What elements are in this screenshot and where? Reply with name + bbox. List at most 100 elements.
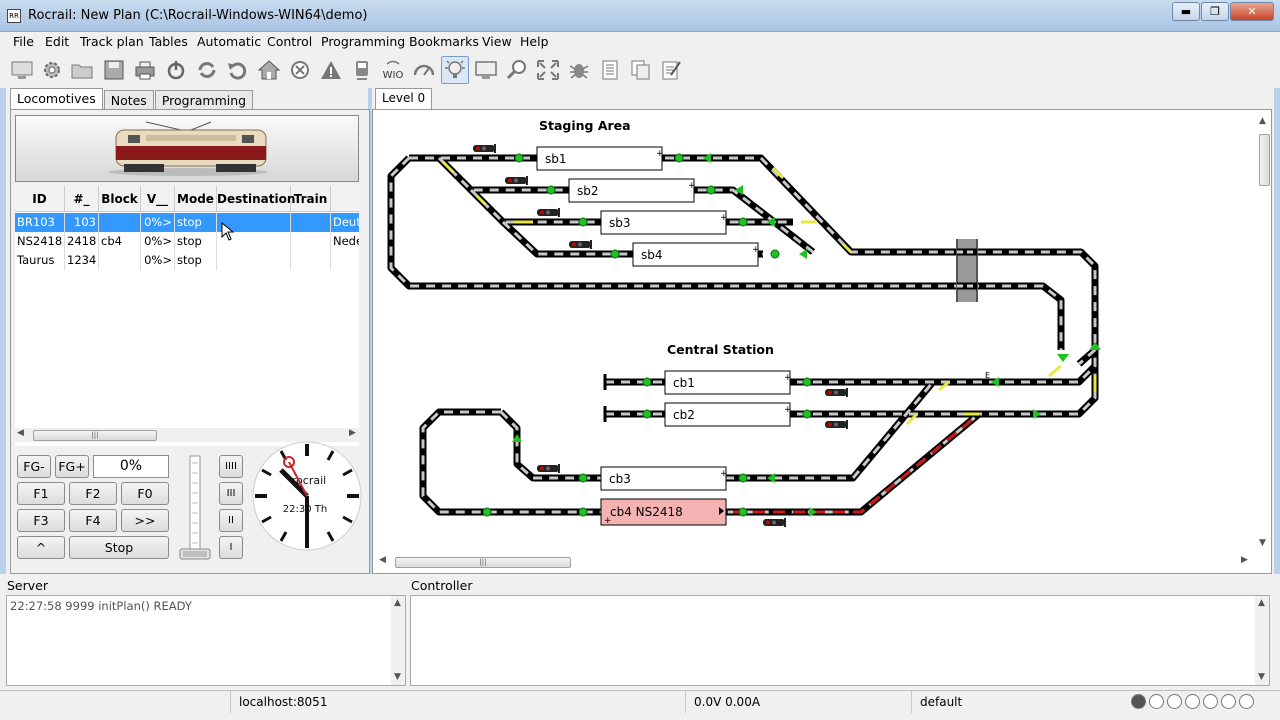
scroll-up-icon[interactable]: ▲ [1258,598,1265,608]
tab-level-0[interactable]: Level 0 [375,88,433,110]
f0-button[interactable]: F0 [121,482,169,505]
scroll-down-icon[interactable]: ▼ [394,672,401,682]
column-header-mode[interactable]: Mode [175,186,217,212]
warning-icon[interactable] [317,56,345,84]
block-sb3[interactable]: sb3 + [600,210,728,235]
print-icon[interactable] [131,56,159,84]
signal-icon[interactable] [762,517,786,528]
zoom-icon[interactable] [503,56,531,84]
menu-view[interactable]: View [482,34,512,49]
column-header-address[interactable]: #_ [65,186,99,212]
maximize-button[interactable]: ❐ [1201,2,1229,21]
menu-bookmarks[interactable]: Bookmarks [409,34,479,49]
column-header-block[interactable]: Block [99,186,141,212]
speedometer-icon[interactable] [410,56,438,84]
plan-vscrollbar[interactable]: ▲ ▼ [1257,114,1271,550]
block-sb2[interactable]: sb2 + [568,178,696,203]
stop-all-icon[interactable] [286,56,314,84]
menu-help[interactable]: Help [520,34,549,49]
f4-button[interactable]: F4 [69,509,117,532]
menu-programming[interactable]: Programming [321,34,405,49]
fg-plus-button[interactable]: FG+ [55,455,89,478]
undo-icon[interactable] [224,56,252,84]
scroll-left-icon[interactable]: ◀ [17,428,24,438]
block-cb4[interactable]: cb4 NS2418 + [600,498,727,526]
signal-icon[interactable] [568,239,592,250]
wio-icon[interactable]: WIO [379,56,407,84]
plan-hscrollbar[interactable]: ◀ ||| ▶ [377,555,1253,569]
gear-2-button[interactable]: II [219,509,243,532]
close-button[interactable]: ✕ [1230,2,1274,21]
server-log-vscrollbar[interactable]: ▲ ▼ [391,596,405,685]
monitor-icon[interactable] [472,56,500,84]
signal-icon[interactable] [824,419,848,430]
scroll-up-icon[interactable]: ▲ [394,598,401,608]
scroll-thumb[interactable] [1259,134,1270,186]
table-row[interactable]: Taurus 1234 0%> stop [15,251,359,270]
settings-icon[interactable] [38,56,66,84]
scroll-down-icon[interactable]: ▼ [1259,538,1266,548]
gear-1-button[interactable]: I [219,536,243,559]
tab-notes[interactable]: Notes [103,90,154,111]
signal-icon[interactable] [824,387,848,398]
column-header-extra[interactable] [331,186,359,212]
edit-icon[interactable] [658,56,686,84]
column-header-id[interactable]: ID [15,186,65,212]
scroll-left-icon[interactable]: ◀ [379,555,386,565]
direction-button[interactable]: >> [121,509,169,532]
menu-tables[interactable]: Tables [149,34,188,49]
scroll-right-icon[interactable]: ▶ [1241,555,1248,565]
f3-button[interactable]: F3 [17,509,65,532]
controller-log[interactable]: ▲ ▼ [410,595,1270,686]
tab-locomotives[interactable]: Locomotives [10,88,103,111]
up-button[interactable]: ^ [17,536,65,559]
scroll-thumb[interactable]: ||| [395,557,571,568]
connect-icon[interactable] [8,56,36,84]
stop-button[interactable]: Stop [69,536,169,559]
signal-icon[interactable] [536,207,560,218]
gear-3-button[interactable]: III [219,482,243,505]
menu-track-plan[interactable]: Track plan [80,34,144,49]
block-cb3[interactable]: cb3 + [600,466,728,491]
server-log[interactable]: 22:27:58 9999 initPlan() READY ▲ ▼ [6,595,406,686]
signal-icon[interactable] [536,463,560,474]
controller-log-vscrollbar[interactable]: ▲ ▼ [1255,596,1269,685]
table-row[interactable]: NS2418 2418 cb4 0%> stop Neder [15,232,359,251]
block-cb2[interactable]: cb2 + [664,402,792,427]
open-icon[interactable] [68,56,96,84]
debug-icon[interactable] [565,56,593,84]
menu-control[interactable]: Control [267,34,312,49]
fg-minus-button[interactable]: FG- [17,455,51,478]
menu-edit[interactable]: Edit [45,34,69,49]
table-row[interactable]: BR103 103 0%> stop Deuts [15,213,359,232]
lightbulb-icon[interactable] [441,56,469,84]
scroll-up-icon[interactable]: ▲ [1259,116,1266,126]
f1-button[interactable]: F1 [17,482,65,505]
gear-4-button[interactable]: IIII [219,455,243,478]
block-cb1[interactable]: cb1 + [664,370,792,395]
scroll-down-icon[interactable]: ▼ [1258,672,1265,682]
signal-icon[interactable] [504,175,528,186]
column-header-destination[interactable]: Destination [217,186,295,212]
signal-icon[interactable] [472,143,496,154]
column-header-train[interactable]: Train [291,186,331,212]
fullscreen-icon[interactable] [534,56,562,84]
save-icon[interactable] [100,56,128,84]
block-sb1[interactable]: sb1 + [536,146,664,171]
speed-slider[interactable] [179,453,211,563]
train-icon[interactable] [348,56,376,84]
home-icon[interactable] [255,56,283,84]
scroll-right-icon[interactable]: ▶ [349,428,356,438]
power-icon[interactable] [162,56,190,84]
refresh-icon[interactable] [193,56,221,84]
minimize-button[interactable]: ▬ [1172,2,1200,21]
list-icon[interactable] [596,56,624,84]
block-sb4[interactable]: sb4 + [632,242,760,267]
f2-button[interactable]: F2 [69,482,117,505]
copy-icon[interactable] [627,56,655,84]
tab-programming[interactable]: Programming [154,90,254,111]
menu-automatic[interactable]: Automatic [197,34,261,49]
column-header-speed[interactable]: V__ [141,186,175,212]
menu-file[interactable]: File [13,34,34,49]
scroll-thumb[interactable]: ||| [33,430,157,441]
